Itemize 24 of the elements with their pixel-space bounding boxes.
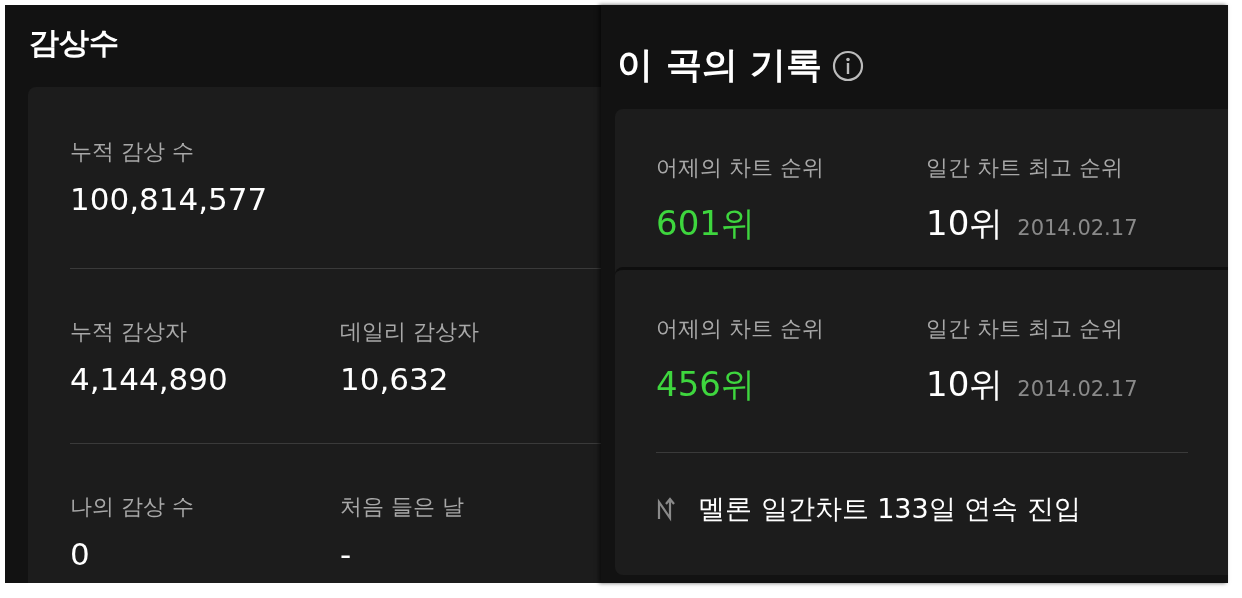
stat-label: 누적 감상 수	[70, 138, 194, 166]
date-text: 2014.02.17	[1017, 216, 1138, 240]
stat-label: 나의 감상 수	[70, 493, 194, 521]
stat-value: 100,814,577	[70, 181, 268, 217]
stat-value: -	[340, 536, 352, 572]
stat-label: 처음 들은 날	[340, 493, 464, 521]
rank-value: 456위	[656, 363, 755, 406]
rank-value: 10위	[926, 363, 1004, 406]
chart-streak-text: 멜론 일간차트 133일 연속 진입	[698, 492, 1081, 526]
stat-label: 어제의 차트 순위	[656, 315, 824, 343]
stat-label: 어제의 차트 순위	[656, 154, 824, 182]
stat-label: 일간 차트 최고 순위	[926, 154, 1123, 182]
stat-label: 일간 차트 최고 순위	[926, 315, 1123, 343]
section-title: 이 곡의 기록	[617, 43, 823, 87]
section-title: 감상수	[29, 24, 119, 62]
stat-value: 4,144,890	[70, 361, 228, 397]
rank-value: 10위	[926, 202, 1004, 245]
stat-value: 0	[70, 536, 90, 572]
stat-label: 데일리 감상자	[340, 318, 479, 346]
rank-value: 601위	[656, 202, 755, 245]
stat-value: 10,632	[340, 361, 449, 397]
info-icon[interactable]	[832, 49, 865, 82]
date-text: 2014.02.17	[1017, 377, 1138, 401]
stat-label: 누적 감상자	[70, 318, 187, 346]
